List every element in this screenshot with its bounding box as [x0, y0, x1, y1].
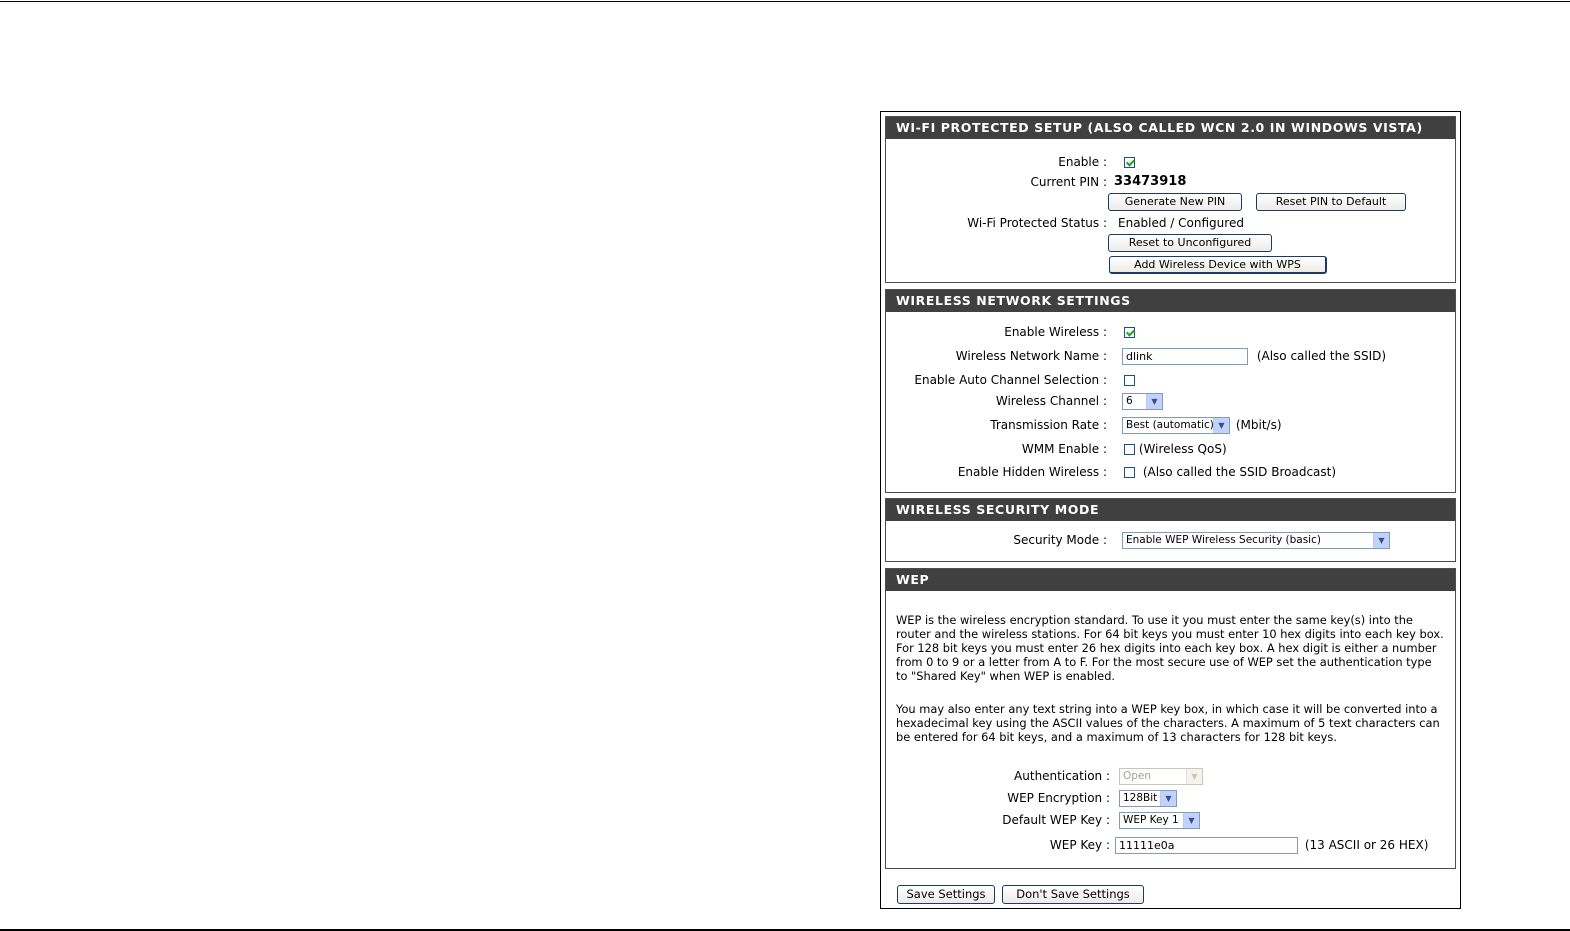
chevron-down-icon: ▼: [1183, 813, 1199, 828]
wireless-channel-value: 6: [1126, 395, 1133, 407]
wmm-row: WMM Enable : (Wireless QoS): [886, 439, 1455, 459]
wep-encryption-label: WEP Encryption :: [1007, 791, 1110, 805]
security-mode-row: Security Mode : Enable WEP Wireless Secu…: [886, 530, 1455, 550]
save-settings-button[interactable]: Save Settings: [897, 885, 995, 904]
wep-description-1: WEP is the wireless encryption standard.…: [896, 613, 1444, 683]
transmission-rate-row: Transmission Rate : Best (automatic) ▼ (…: [886, 415, 1455, 435]
enable-wireless-checkbox[interactable]: [1124, 327, 1135, 338]
default-wep-key-label: Default WEP Key :: [1002, 813, 1110, 827]
wep-encryption-select[interactable]: 128Bit ▼: [1119, 790, 1177, 807]
authentication-label: Authentication :: [1014, 769, 1110, 783]
transmission-rate-select[interactable]: Best (automatic) ▼: [1122, 417, 1230, 434]
generate-new-pin-button[interactable]: Generate New PIN: [1108, 193, 1242, 211]
default-wep-key-value: WEP Key 1: [1123, 814, 1179, 826]
transmission-rate-value: Best (automatic): [1126, 419, 1213, 431]
wmm-note: (Wireless QoS): [1138, 442, 1227, 456]
wep-header: WEP: [886, 569, 1455, 591]
security-mode-header: WIRELESS SECURITY MODE: [886, 499, 1455, 521]
auto-channel-label: Enable Auto Channel Selection :: [914, 373, 1107, 387]
wps-enable-checkbox[interactable]: [1124, 157, 1135, 168]
enable-wireless-label: Enable Wireless :: [1004, 325, 1107, 339]
security-mode-value: Enable WEP Wireless Security (basic): [1126, 534, 1321, 546]
chevron-down-icon: ▼: [1373, 533, 1389, 548]
chevron-down-icon: ▼: [1160, 791, 1176, 806]
wep-key-label: WEP Key :: [1049, 838, 1110, 852]
router-settings-screenshot: WI-FI PROTECTED SETUP (ALSO CALLED WCN 2…: [880, 111, 1461, 909]
network-name-row: Wireless Network Name : dlink (Also call…: [886, 346, 1455, 366]
current-pin-row: Current PIN : 33473918: [886, 172, 1455, 192]
chevron-down-icon: ▼: [1213, 418, 1229, 433]
wps-status-value: Enabled / Configured: [1118, 216, 1244, 230]
hidden-wireless-note: (Also called the SSID Broadcast): [1142, 465, 1337, 479]
default-wep-key-row: Default WEP Key : WEP Key 1 ▼: [886, 810, 1455, 830]
network-name-note: (Also called the SSID): [1256, 349, 1387, 363]
dont-save-settings-button[interactable]: Don't Save Settings: [1002, 885, 1144, 904]
authentication-select[interactable]: Open ▼: [1119, 768, 1203, 785]
auto-channel-row: Enable Auto Channel Selection :: [886, 370, 1455, 390]
wireless-network-header: WIRELESS NETWORK SETTINGS: [886, 290, 1455, 312]
security-mode-label: Security Mode :: [1013, 533, 1107, 547]
authentication-row: Authentication : Open ▼: [886, 766, 1455, 786]
wps-header: WI-FI PROTECTED SETUP (ALSO CALLED WCN 2…: [886, 117, 1455, 139]
network-name-input[interactable]: dlink: [1122, 348, 1248, 365]
transmission-rate-unit: (Mbit/s): [1235, 418, 1282, 432]
wmm-label: WMM Enable :: [1021, 442, 1107, 456]
wireless-channel-row: Wireless Channel : 6 ▼: [886, 391, 1455, 411]
wireless-network-section: WIRELESS NETWORK SETTINGS Enable Wireles…: [885, 289, 1456, 493]
current-pin-label: Current PIN :: [1030, 175, 1108, 189]
reset-to-unconfigured-button[interactable]: Reset to Unconfigured: [1108, 234, 1272, 252]
hidden-wireless-checkbox[interactable]: [1124, 467, 1135, 478]
wep-key-note: (13 ASCII or 26 HEX): [1304, 838, 1429, 852]
wep-key-input[interactable]: 11111e0a: [1115, 837, 1298, 854]
reset-pin-default-button[interactable]: Reset PIN to Default: [1256, 193, 1406, 211]
wep-encryption-row: WEP Encryption : 128Bit ▼: [886, 788, 1455, 808]
auto-channel-checkbox[interactable]: [1124, 375, 1135, 386]
chevron-down-icon: ▼: [1186, 769, 1202, 784]
enable-wireless-row: Enable Wireless :: [886, 322, 1455, 342]
wireless-channel-label: Wireless Channel :: [995, 394, 1107, 408]
hidden-wireless-label: Enable Hidden Wireless :: [957, 465, 1107, 479]
current-pin-value: 33473918: [1114, 174, 1187, 189]
add-wireless-device-wps-button[interactable]: Add Wireless Device with WPS: [1109, 256, 1327, 274]
wireless-channel-select[interactable]: 6 ▼: [1122, 393, 1163, 410]
wep-section: WEP WEP is the wireless encryption stand…: [885, 568, 1456, 869]
wep-description-2: You may also enter any text string into …: [896, 702, 1440, 744]
security-mode-section: WIRELESS SECURITY MODE Security Mode : E…: [885, 498, 1456, 562]
top-rule: [0, 1, 1570, 2]
wep-key-row: WEP Key : 11111e0a (13 ASCII or 26 HEX): [886, 835, 1455, 855]
security-mode-select[interactable]: Enable WEP Wireless Security (basic) ▼: [1122, 532, 1390, 549]
transmission-rate-label: Transmission Rate :: [990, 418, 1107, 432]
authentication-value: Open: [1123, 770, 1152, 782]
wps-section: WI-FI PROTECTED SETUP (ALSO CALLED WCN 2…: [885, 116, 1456, 283]
wmm-checkbox[interactable]: [1124, 444, 1135, 455]
default-wep-key-select[interactable]: WEP Key 1 ▼: [1119, 812, 1200, 829]
hidden-wireless-row: Enable Hidden Wireless : (Also called th…: [886, 462, 1455, 482]
wps-enable-row: Enable :: [886, 152, 1455, 172]
wps-enable-label: Enable :: [1058, 155, 1107, 169]
wps-status-row: Wi-Fi Protected Status : Enabled / Confi…: [886, 213, 1455, 233]
wep-encryption-value: 128Bit: [1123, 792, 1158, 804]
network-name-label: Wireless Network Name :: [955, 349, 1107, 363]
chevron-down-icon: ▼: [1146, 394, 1162, 409]
wps-status-label: Wi-Fi Protected Status :: [967, 216, 1107, 230]
